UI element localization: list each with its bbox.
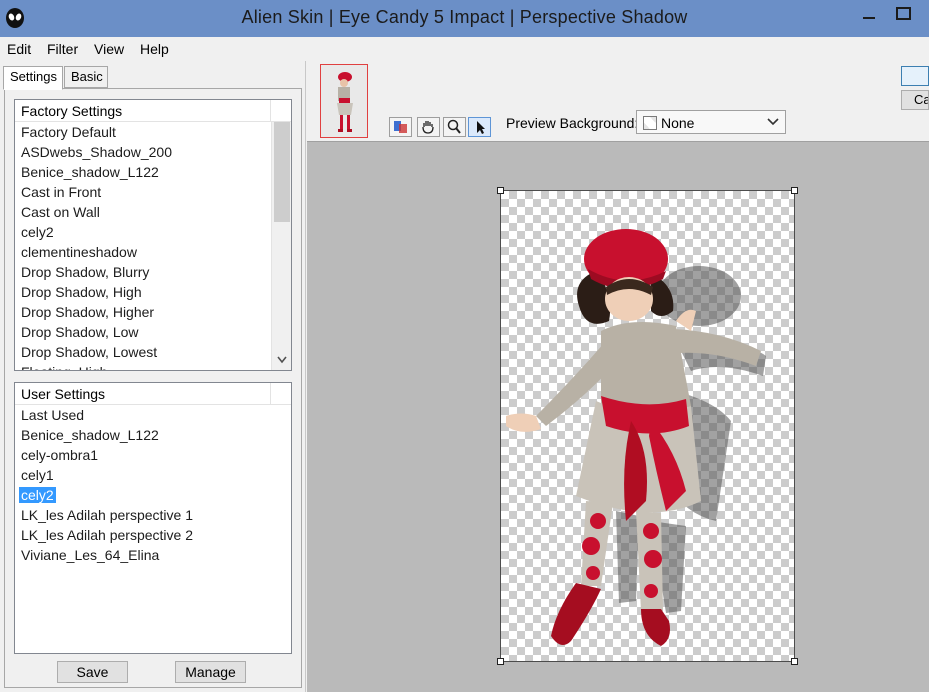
list-item[interactable]: Benice_shadow_L122 (15, 162, 291, 182)
navigator-thumbnail[interactable] (320, 64, 368, 138)
list-item[interactable]: clementineshadow (15, 242, 291, 262)
arrow-pointer-icon (477, 121, 485, 134)
manage-button[interactable]: Manage (175, 661, 246, 683)
window-title: Alien Skin | Eye Candy 5 Impact | Perspe… (241, 7, 688, 27)
chevron-down-icon (767, 118, 779, 126)
list-item[interactable]: Drop Shadow, Blurry (15, 262, 291, 282)
list-item[interactable]: cely1 (15, 465, 291, 485)
user-settings-header: User Settings (15, 383, 291, 405)
zoom-icon (447, 119, 461, 134)
factory-settings-items: Factory Default ASDwebs_Shadow_200 Benic… (15, 122, 291, 370)
tab-settings[interactable]: Settings (3, 66, 63, 90)
preview-canvas[interactable] (497, 187, 798, 665)
preview-background-select[interactable]: None (636, 110, 786, 134)
thumbnail-image-icon (321, 65, 367, 137)
preview-image-girl (506, 229, 766, 646)
menu-edit[interactable]: Edit (7, 41, 31, 57)
factory-settings-header-label: Factory Settings (21, 103, 123, 119)
minimize-icon[interactable] (858, 4, 880, 24)
save-button[interactable]: Save (57, 661, 128, 683)
preview-toolbar: Preview Background: None (307, 61, 929, 141)
preview-area[interactable] (307, 141, 929, 692)
resize-handle-bottom-right[interactable] (791, 658, 798, 665)
tab-basic[interactable]: Basic (64, 66, 108, 88)
list-item[interactable]: Drop Shadow, Higher (15, 302, 291, 322)
tool-compare[interactable] (389, 117, 412, 137)
factory-settings-list[interactable]: Factory Settings Factory Default ASDwebs… (14, 99, 292, 371)
list-item[interactable]: Drop Shadow, Low (15, 322, 291, 342)
list-item[interactable]: Factory Default (15, 122, 291, 142)
list-item[interactable]: Benice_shadow_L122 (15, 425, 291, 445)
list-item[interactable]: LK_les Adilah perspective 2 (15, 525, 291, 545)
user-settings-list[interactable]: User Settings Last Used Benice_shadow_L1… (14, 382, 292, 654)
preview-background-label: Preview Background: (506, 115, 639, 131)
list-item[interactable]: Last Used (15, 405, 291, 425)
list-item[interactable]: LK_les Adilah perspective 1 (15, 505, 291, 525)
list-item[interactable]: Drop Shadow, High (15, 282, 291, 302)
cancel-button[interactable]: Ca (901, 90, 929, 110)
header-divider (270, 100, 271, 122)
title-bar: Alien Skin | Eye Candy 5 Impact | Perspe… (0, 0, 929, 37)
menu-view[interactable]: View (94, 41, 124, 57)
list-item[interactable]: Cast in Front (15, 182, 291, 202)
factory-settings-scrollbar[interactable] (271, 122, 291, 370)
ok-button[interactable] (901, 66, 929, 86)
menu-filter[interactable]: Filter (47, 41, 78, 57)
settings-panel: Settings Basic Factory Settings Factory … (0, 61, 306, 692)
factory-settings-header: Factory Settings (15, 100, 291, 122)
list-item[interactable]: ASDwebs_Shadow_200 (15, 142, 291, 162)
list-item[interactable]: cely-ombra1 (15, 445, 291, 465)
selected-item-label: cely2 (19, 487, 56, 503)
menu-bar: Edit Filter View Help (0, 37, 929, 61)
user-settings-header-label: User Settings (21, 386, 106, 402)
maximize-icon[interactable] (890, 4, 916, 24)
header-divider (270, 383, 271, 405)
compare-icon (394, 121, 407, 133)
settings-tab-body: Factory Settings Factory Default ASDwebs… (4, 88, 302, 688)
menu-help[interactable]: Help (140, 41, 169, 57)
resize-handle-top-left[interactable] (497, 187, 504, 194)
resize-handle-bottom-left[interactable] (497, 658, 504, 665)
user-settings-items: Last Used Benice_shadow_L122 cely-ombra1… (15, 405, 291, 653)
tool-hand[interactable] (417, 117, 440, 137)
scroll-down-icon[interactable] (272, 352, 292, 368)
list-item[interactable]: Viviane_Les_64_Elina (15, 545, 291, 565)
list-item[interactable]: Drop Shadow, Lowest (15, 342, 291, 362)
list-item[interactable]: cely2 (15, 222, 291, 242)
list-item[interactable]: Floating, High (15, 362, 291, 370)
list-item[interactable]: Cast on Wall (15, 202, 291, 222)
tool-zoom[interactable] (443, 117, 466, 137)
preview-background-value: None (661, 115, 695, 131)
tool-select[interactable] (468, 117, 491, 137)
hand-icon (422, 121, 434, 134)
scroll-thumb[interactable] (274, 122, 290, 222)
list-item-selected[interactable]: cely2 (15, 485, 291, 505)
resize-handle-top-right[interactable] (791, 187, 798, 194)
transparent-swatch-icon (643, 116, 657, 130)
